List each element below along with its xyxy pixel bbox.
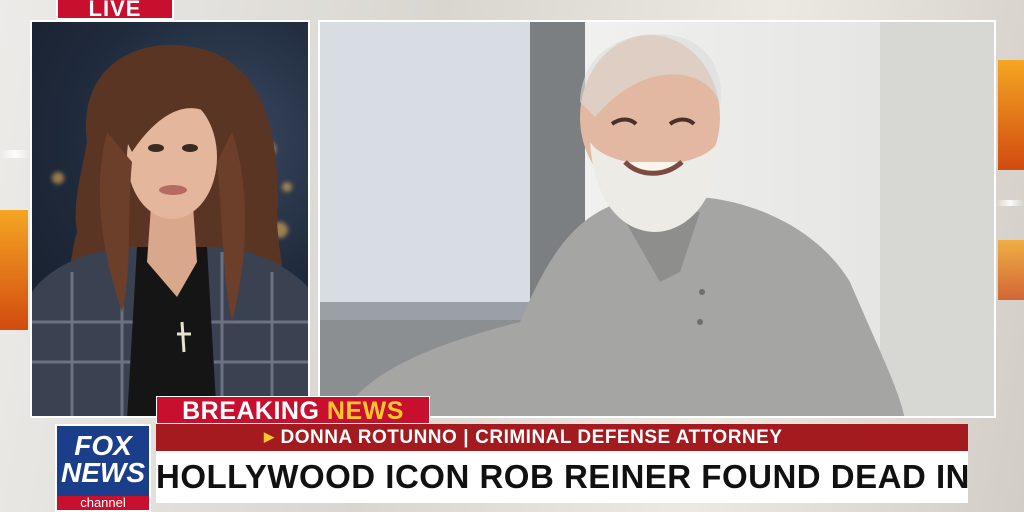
subject-figure — [320, 22, 994, 416]
logo-line-3: channel — [57, 496, 149, 510]
network-logo: FOX NEWS channel — [55, 424, 151, 512]
studio-accent-right-lower — [998, 240, 1024, 300]
breaking-label: BREAKING — [182, 397, 320, 425]
logo-line-2: NEWS — [61, 457, 145, 488]
guest-figure — [32, 44, 308, 416]
breaking-news-banner: BREAKING NEWS — [156, 396, 430, 425]
studio-light-streak — [996, 200, 1024, 206]
play-triangle-icon: ▶ — [264, 429, 275, 444]
logo-line-1: FOX — [74, 430, 132, 461]
guest-video-feed — [30, 20, 310, 418]
subject-photo — [318, 20, 996, 418]
news-label: NEWS — [326, 397, 404, 425]
headline-text: HOLLYWOOD ICON ROB REINER FOUND DEAD IN … — [156, 451, 968, 503]
name-separator: | — [463, 427, 470, 448]
studio-accent-left — [0, 210, 28, 330]
guest-name-bar: ▶ DONNA ROTUNNO | CRIMINAL DEFENSE ATTORNEY — [156, 424, 968, 451]
guest-name: DONNA ROTUNNO — [280, 427, 458, 448]
live-badge: LIVE — [56, 0, 174, 20]
studio-light-streak — [0, 150, 30, 158]
guest-title: CRIMINAL DEFENSE ATTORNEY — [475, 427, 783, 448]
studio-accent-right — [998, 60, 1024, 170]
